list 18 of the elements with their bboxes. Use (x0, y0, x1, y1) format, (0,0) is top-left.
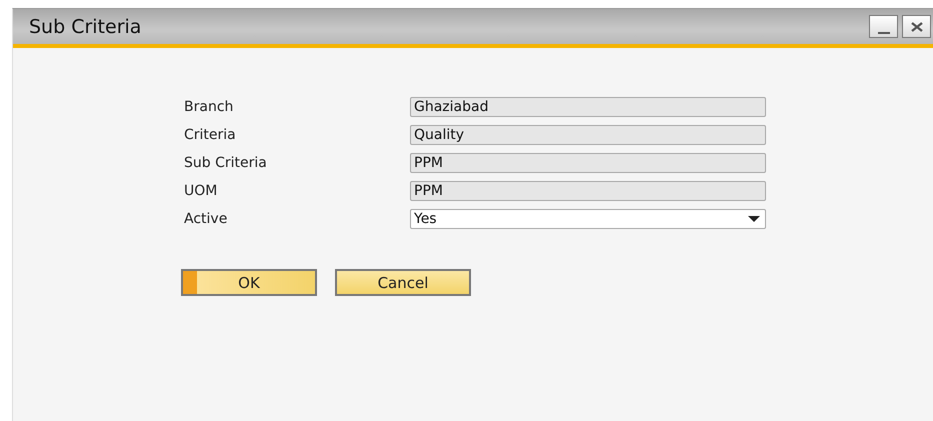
field-label: Sub Criteria (183, 155, 268, 171)
close-icon (910, 20, 924, 32)
dropdown-field[interactable]: Yes (410, 209, 766, 229)
minimize-button[interactable] (869, 15, 898, 38)
readonly-field[interactable]: PPM (410, 181, 766, 201)
caret-icon (748, 216, 760, 222)
field-label: Branch (183, 99, 234, 115)
readonly-field[interactable]: Quality (410, 125, 766, 145)
minimize-icon (878, 32, 890, 34)
close-button[interactable] (902, 15, 931, 38)
field-label: Active (183, 211, 228, 227)
readonly-field[interactable]: PPM (410, 153, 766, 173)
field-label: UOM (183, 183, 218, 199)
dialog-button[interactable]: Cancel (335, 269, 471, 296)
field-label: Criteria (183, 127, 237, 143)
readonly-field[interactable]: Ghaziabad (410, 97, 766, 117)
dialog-button[interactable]: OK (181, 269, 317, 296)
window-title: Sub Criteria (29, 16, 142, 38)
